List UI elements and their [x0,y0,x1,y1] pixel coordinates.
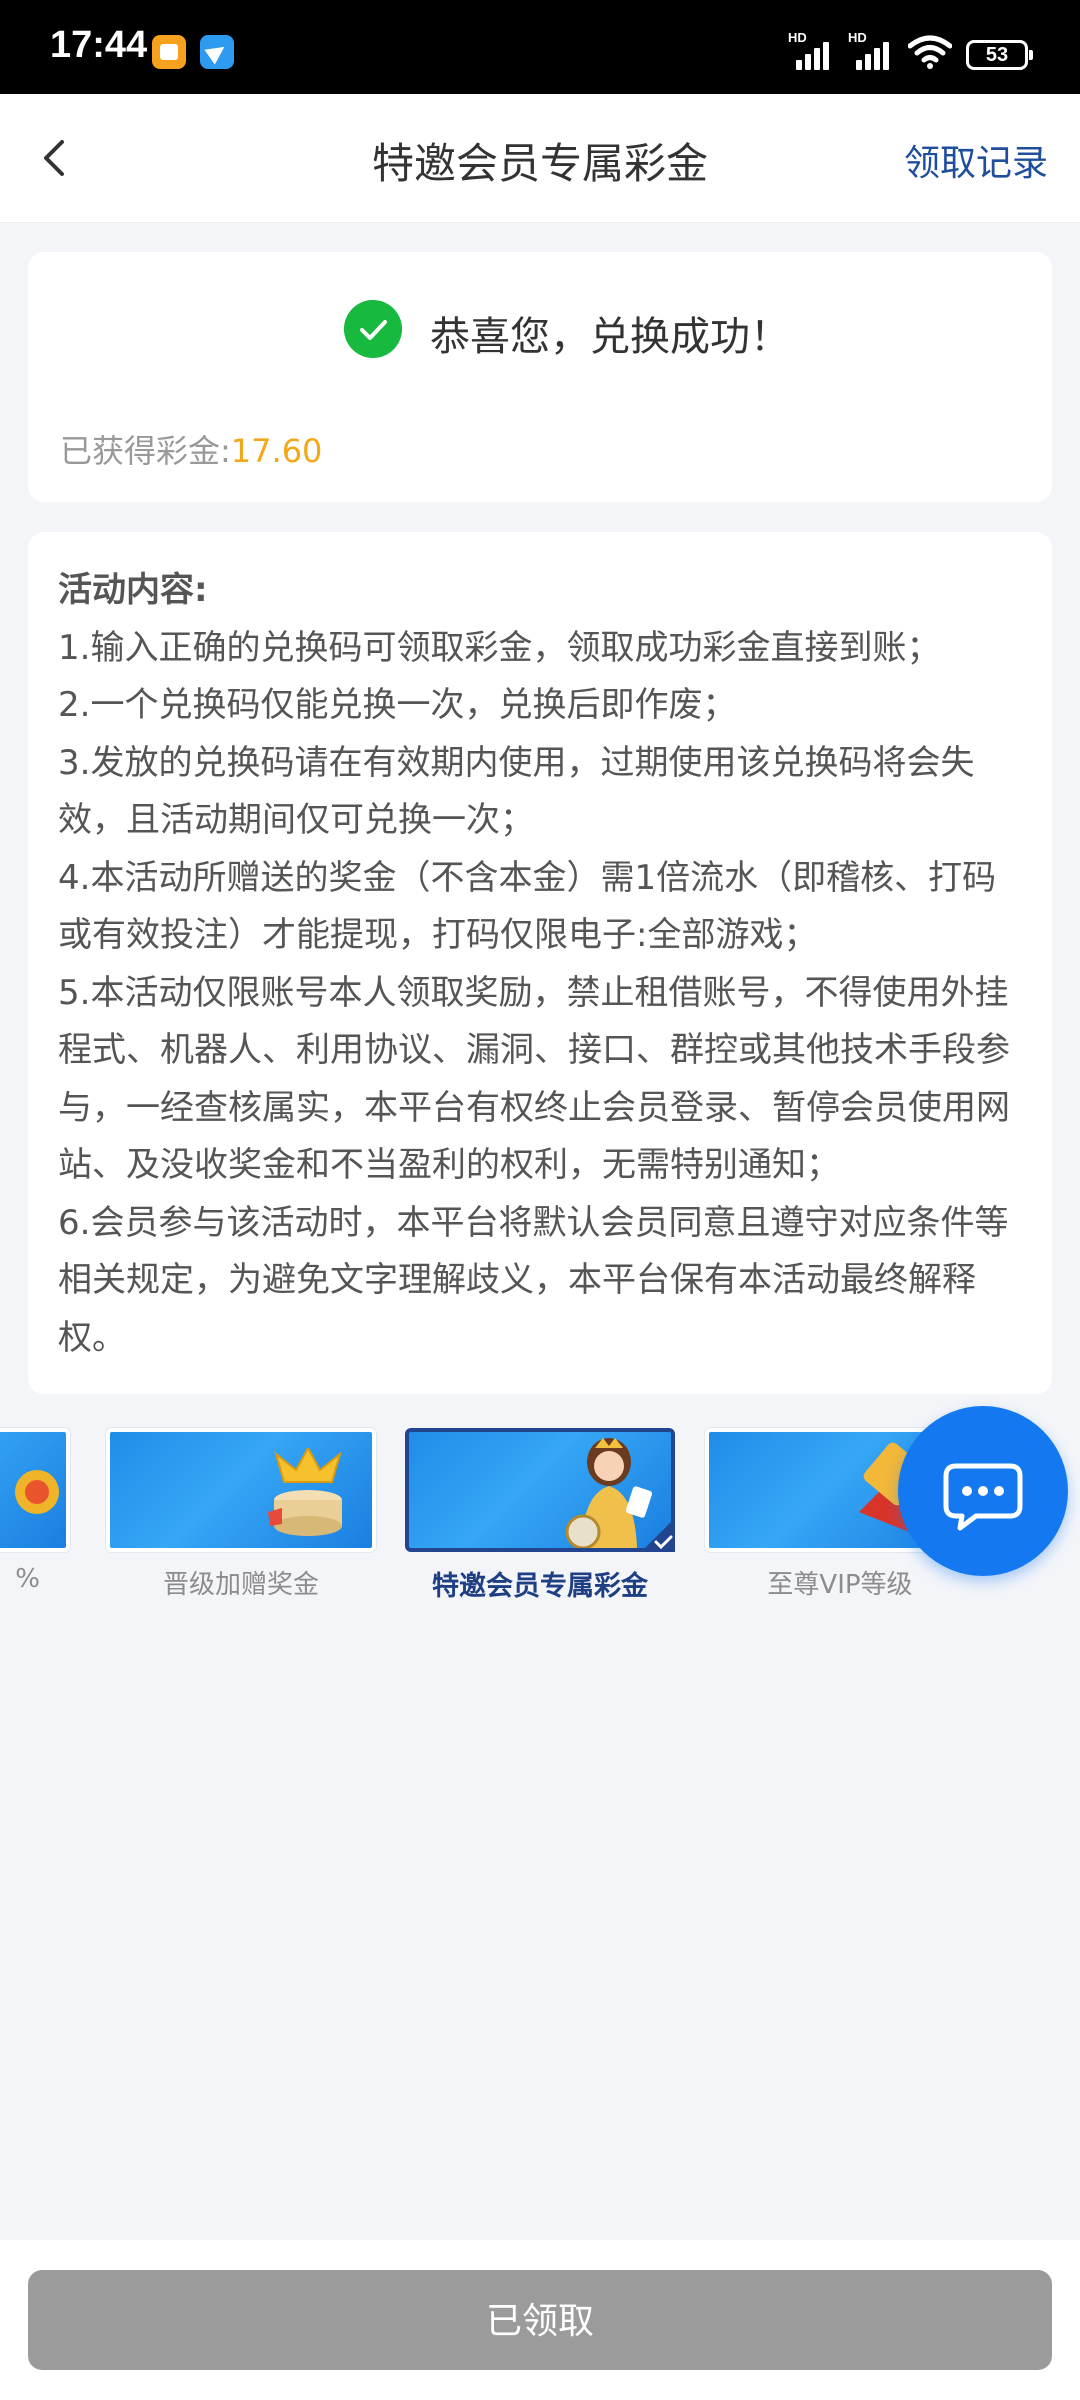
signal-icon: HD [848,30,894,70]
selected-check-icon [641,1518,675,1552]
claim-records-link[interactable]: 领取记录 [904,134,1048,186]
promo-tile[interactable] [106,1428,376,1552]
page-header: 特邀会员专属彩金 领取记录 [0,94,1080,223]
earned-value: 17.60 [230,432,323,470]
rules-title: 活动内容: [58,570,208,610]
chat-bubble-icon [943,1463,1023,1531]
earned-amount: 已获得彩金:17.60 [60,426,322,472]
promo-tile[interactable] [0,1428,70,1552]
trophy-icon [15,1470,59,1514]
telegram-app-icon [200,35,234,69]
signal-hd-label: HD [848,30,867,45]
crown-icon [268,1448,342,1536]
status-bar: 17:44 HD HD 53 [0,0,1080,94]
promo-tile-label: % [15,1564,40,1594]
promo-tile-label: 晋级加赠奖金 [162,1570,319,1600]
signal-hd-label: HD [788,30,807,45]
status-time: 17:44 [50,24,148,66]
activity-rules-card: 活动内容: 1.输入正确的兑换码可领取彩金，领取成功彩金直接到账； 2.一个兑换… [28,532,1052,1394]
notes-app-icon [152,35,186,69]
success-card: 恭喜您，兑换成功！ 已获得彩金:17.60 [28,252,1052,502]
success-message: 恭喜您，兑换成功！ [430,314,790,360]
rule-item: 5.本活动仅限账号本人领取奖励，禁止租借账号，不得使用外挂程式、机器人、利用协议… [58,972,1010,1186]
rule-item: 2.一个兑换码仅能兑换一次，兑换后即作废； [58,685,737,725]
rule-item: 3.发放的兑换码请在有效期内使用，过期使用该兑换码将会失效，且活动期间仅可兑换一… [58,742,975,841]
rule-item: 4.本活动所赠送的奖金（不含本金）需1倍流水（即稽核、打码或有效投注）才能提现，… [58,857,997,956]
customer-service-button[interactable] [898,1406,1068,1576]
promo-tile-label-active: 特邀会员专属彩金 [432,1571,648,1602]
earned-label: 已获得彩金: [60,432,231,470]
signal-icon: HD [788,30,834,70]
rule-item: 6.会员参与该活动时，本平台将默认会员同意且遵守对应条件等相关规定，为避免文字理… [58,1202,1009,1358]
bottom-action-bar: 已领取 [0,2240,1080,2400]
promo-tile-active[interactable] [405,1428,675,1552]
claimed-button[interactable]: 已领取 [28,2270,1052,2370]
wifi-icon [908,35,952,69]
battery-icon: 53 [966,40,1033,70]
check-circle-icon [344,300,402,358]
rule-item: 1.输入正确的兑换码可领取彩金，领取成功彩金直接到账； [58,627,941,668]
